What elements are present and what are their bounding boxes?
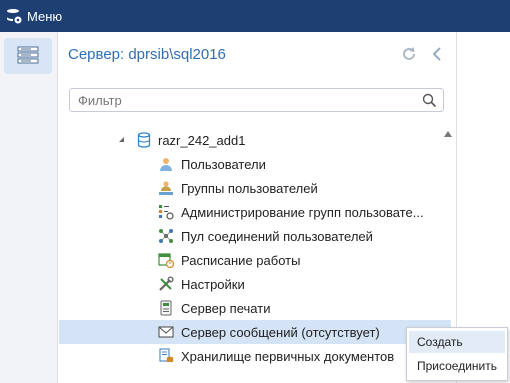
title-bar: Меню: [0, 0, 510, 32]
expand-toggle-icon[interactable]: [118, 136, 126, 144]
menu-item-attach[interactable]: Присоединить: [409, 355, 505, 377]
menu-item-create[interactable]: Создать: [409, 331, 505, 353]
settings-tools-icon: [159, 276, 174, 291]
tree-item-group-admin[interactable]: Администрирование групп пользовате...: [59, 200, 451, 224]
tree-item-users[interactable]: Пользователи: [59, 152, 451, 176]
tree-item-label: Хранилище первичных документов: [181, 348, 395, 364]
tree-item-connection-pool[interactable]: Пул соединений пользователей: [59, 224, 451, 248]
server-list-button[interactable]: [4, 38, 52, 74]
filter-field[interactable]: [69, 88, 444, 112]
tree-item-label: Сервер печати: [181, 300, 271, 316]
tree-item-label: Сервер сообщений (отсутствует): [181, 324, 380, 340]
tree-item-label: Расписание работы: [181, 252, 301, 268]
search-icon[interactable]: [422, 93, 437, 108]
tree-item-message-server[interactable]: Сервер сообщений (отсутствует): [59, 320, 451, 344]
users-icon: [160, 158, 172, 171]
tree-node-database[interactable]: razr_242_add1: [59, 128, 451, 152]
group-admin-icon: [159, 205, 174, 220]
tree-item-schedule[interactable]: Расписание работы: [59, 248, 451, 272]
tree-item-user-groups[interactable]: Группы пользователей: [59, 176, 451, 200]
tree-item-label: Пользователи: [181, 156, 266, 172]
refresh-icon[interactable]: [401, 46, 417, 62]
database-icon: [137, 132, 151, 148]
tree-item-label: Администрирование групп пользовате...: [181, 204, 424, 220]
server-list-icon: [17, 46, 39, 64]
database-gear-icon: [6, 9, 22, 24]
mail-icon: [158, 326, 174, 338]
database-label: razr_242_add1: [158, 132, 246, 148]
tree-item-label: Пул соединений пользователей: [181, 228, 373, 244]
document-storage-icon: [159, 348, 174, 362]
filter-input[interactable]: [76, 91, 410, 109]
context-menu: Создать Присоединить: [406, 327, 508, 381]
panel-title: Сервер: dprsib\sql2016: [68, 46, 226, 63]
menu-title[interactable]: Меню: [27, 9, 62, 24]
server-panel: Сервер: dprsib\sql2016 razr_242_add1: [59, 32, 457, 383]
chevron-left-icon[interactable]: [431, 46, 443, 62]
tree-item-settings[interactable]: Настройки: [59, 272, 451, 296]
left-rail: [0, 32, 58, 383]
tree-item-document-storage[interactable]: Хранилище первичных документов: [59, 344, 451, 368]
connection-pool-icon: [159, 229, 173, 243]
tree-item-label: Группы пользователей: [181, 180, 318, 196]
schedule-icon: [158, 253, 174, 268]
tree-item-print-server[interactable]: Сервер печати: [59, 296, 451, 320]
print-server-icon: [160, 300, 172, 316]
user-groups-icon: [159, 181, 173, 195]
tree-item-label: Настройки: [181, 276, 245, 292]
